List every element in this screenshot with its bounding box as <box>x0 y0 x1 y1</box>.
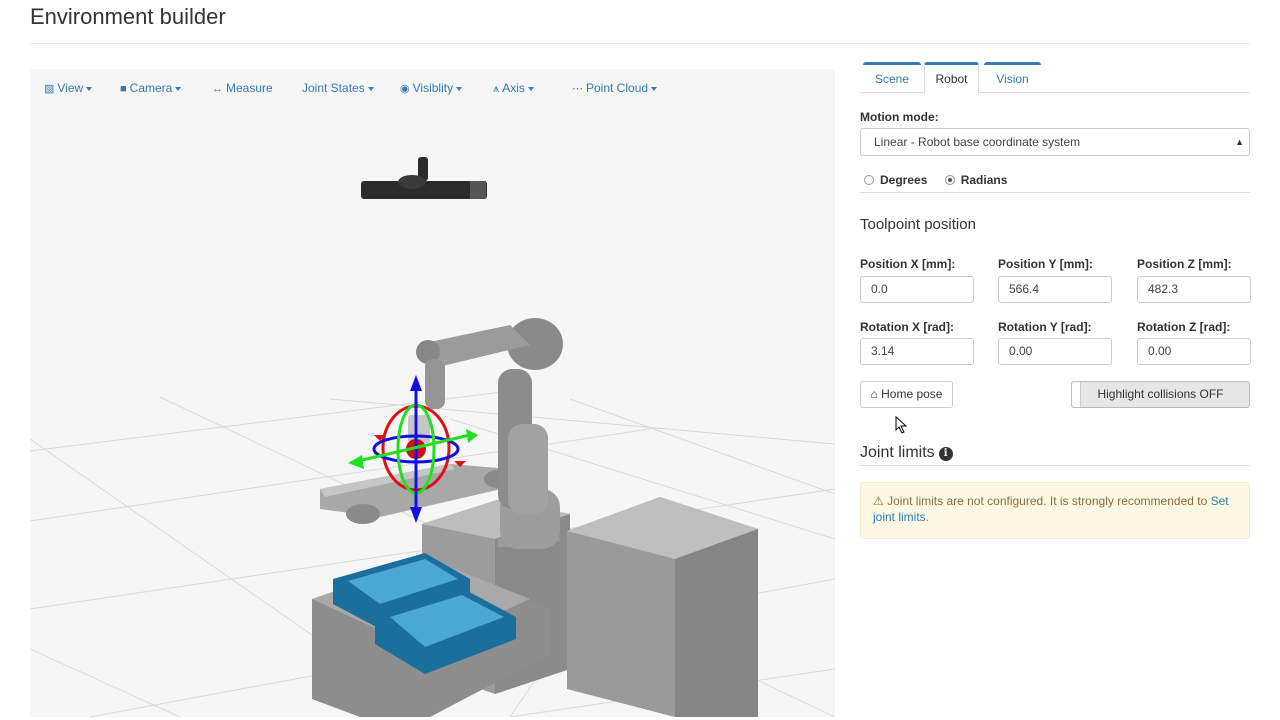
3d-viewport[interactable]: ▧ View ■ Camera ↔ Measure Joint States ◉ Vis… <box>30 69 835 717</box>
angle-units: Degrees Radians <box>864 173 1021 187</box>
robot-panel: Scene Robot Vision Motion mode: Linear -… <box>860 60 1251 539</box>
eye-icon: ◉ <box>400 83 410 95</box>
joint-limits-title: Joint limits i <box>860 444 953 462</box>
page-title: Environment builder <box>30 4 226 29</box>
tall-block <box>567 497 758 717</box>
tab-robot[interactable]: Robot <box>924 62 979 94</box>
rotation-x-label: Rotation X [rad]: <box>860 320 954 334</box>
position-z-input[interactable]: 482.3 <box>1137 276 1251 303</box>
position-x-label: Position X [mm]: <box>860 257 956 271</box>
home-pose-button[interactable]: ⌂ Home pose <box>860 381 953 408</box>
info-icon[interactable]: i <box>938 447 953 461</box>
position-x-input[interactable]: 0.0 <box>860 276 974 303</box>
caret-down-icon <box>456 86 463 91</box>
scene-canvas[interactable] <box>30 69 835 717</box>
point-cloud-menu[interactable]: ⋯ Point Cloud <box>572 81 658 95</box>
joint-limits-alert: ⚠ Joint limits are not configured. It is… <box>860 482 1250 539</box>
tab-vision[interactable]: Vision <box>984 62 1041 94</box>
divider <box>860 465 1250 466</box>
rotation-x-input[interactable]: 3.14 <box>860 338 974 365</box>
panel-tabs: Scene Robot Vision <box>860 60 1250 94</box>
caret-down-icon <box>86 86 93 91</box>
rotation-y-input[interactable]: 0.00 <box>998 338 1112 365</box>
joint-states-menu[interactable]: Joint States <box>302 81 374 95</box>
divider <box>860 192 1250 193</box>
caret-down-icon <box>527 86 534 91</box>
toolpoint-title: Toolpoint position <box>860 216 976 233</box>
axis-menu[interactable]: ⩚ Axis <box>493 81 534 96</box>
radians-radio[interactable] <box>944 175 955 185</box>
overhead-camera <box>361 157 487 199</box>
rotation-y-label: Rotation Y [rad]: <box>998 320 1092 334</box>
degrees-radio[interactable] <box>864 175 874 185</box>
camera-menu[interactable]: ■ Camera <box>120 81 182 95</box>
position-y-label: Position Y [mm]: <box>998 257 1093 271</box>
select-arrow-icon: ▲︎ <box>1235 137 1244 147</box>
home-icon: ⌂ <box>870 387 878 401</box>
motion-mode-label: Motion mode: <box>860 110 939 124</box>
rotation-z-label: Rotation Z [rad]: <box>1137 320 1231 334</box>
position-z-label: Position Z [mm]: <box>1137 257 1232 271</box>
title-divider <box>30 43 1250 44</box>
position-y-input[interactable]: 566.4 <box>998 276 1112 303</box>
axis-icon: ⩚ <box>493 83 500 95</box>
toggle-knob <box>1072 382 1081 407</box>
cube-icon: ▧ <box>44 83 55 95</box>
viewport-toolbar: ▧ View ■ Camera ↔ Measure Joint States ◉ Vis… <box>30 81 835 97</box>
warning-icon: ⚠ <box>873 494 884 508</box>
highlight-collisions-toggle[interactable]: Highlight collisions OFF <box>1071 381 1250 408</box>
measure-button[interactable]: ↔ Measure <box>212 81 273 95</box>
motion-mode-select[interactable]: Linear - Robot base coordinate system ▲︎ <box>860 128 1250 156</box>
tab-scene[interactable]: Scene <box>863 62 921 94</box>
mouse-cursor-icon <box>895 416 907 434</box>
visibility-menu[interactable]: ◉ Visiblity <box>400 81 463 95</box>
view-menu[interactable]: ▧ View <box>44 81 93 95</box>
caret-down-icon <box>367 86 374 91</box>
video-camera-icon: ■ <box>120 83 127 95</box>
rotation-z-input[interactable]: 0.00 <box>1137 338 1251 365</box>
caret-down-icon <box>651 86 658 91</box>
caret-down-icon <box>175 86 182 91</box>
ellipsis-icon: ⋯ <box>572 83 583 95</box>
arrows-h-icon: ↔ <box>212 83 223 95</box>
